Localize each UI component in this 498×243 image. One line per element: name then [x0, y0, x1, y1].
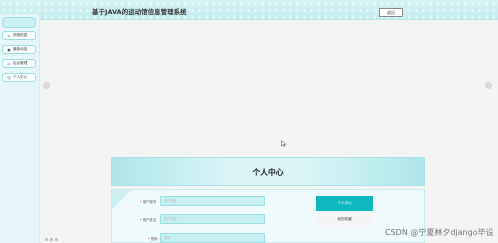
field-label-name: *用户姓名	[140, 218, 157, 222]
carousel-dot[interactable]	[45, 238, 48, 241]
sidebar-item-label: 个人中心	[13, 75, 28, 79]
sidebar-item-news[interactable]: ● 最新动态	[2, 45, 36, 54]
circle-icon: ●	[7, 47, 11, 52]
exit-button[interactable]: 退出	[379, 8, 403, 17]
page-title: 个人中心	[252, 168, 284, 177]
header-pattern	[0, 0, 498, 20]
profile-form-panel	[111, 189, 425, 243]
account-input[interactable]: 用户账号	[160, 196, 265, 206]
profile-header: 个人中心	[111, 157, 425, 186]
sidebar-item-label: 最新动态	[13, 47, 28, 51]
sidebar-item-label: 后台管理	[13, 61, 28, 65]
name-input[interactable]: 用户姓名	[160, 214, 265, 224]
sidebar-home-tab[interactable]	[2, 17, 36, 28]
menu-profile-button[interactable]: 个人中心	[316, 196, 373, 211]
top-header-bar: 基于JAVA的运动馆信息管理系统 退出	[0, 0, 498, 20]
mouse-cursor-icon	[281, 140, 287, 147]
carousel-dot[interactable]	[55, 238, 58, 241]
sidebar: ⌂ 场馆信息 ● 最新动态 ▭ 后台管理 ☺ 个人中心	[0, 14, 40, 243]
sidebar-item-venue-info[interactable]: ⌂ 场馆信息	[2, 31, 36, 40]
carousel-dot[interactable]	[50, 238, 53, 241]
person-icon: ☺	[7, 75, 11, 80]
carousel-next-icon[interactable]: ›	[485, 82, 492, 89]
carousel-prev-icon[interactable]: ‹	[43, 82, 50, 89]
app-title: 基于JAVA的运动馆信息管理系统	[92, 8, 187, 16]
field-label-account: *用户账号	[140, 200, 157, 204]
sidebar-item-admin[interactable]: ▭ 后台管理	[2, 59, 36, 68]
sidebar-item-profile[interactable]: ☺ 个人中心	[2, 73, 36, 82]
sidebar-item-label: 场馆信息	[13, 33, 28, 37]
menu-favorites-button[interactable]: 我的收藏	[316, 212, 373, 227]
home-icon: ⌂	[7, 33, 11, 38]
panel-decoration	[112, 190, 142, 220]
watermark: CSDN @宁夏林夕django毕设	[385, 228, 494, 237]
monitor-icon: ▭	[7, 61, 11, 66]
password-input[interactable]: 密码	[160, 233, 265, 243]
carousel-indicators[interactable]	[45, 238, 58, 243]
field-label-password: *密码	[148, 237, 158, 241]
